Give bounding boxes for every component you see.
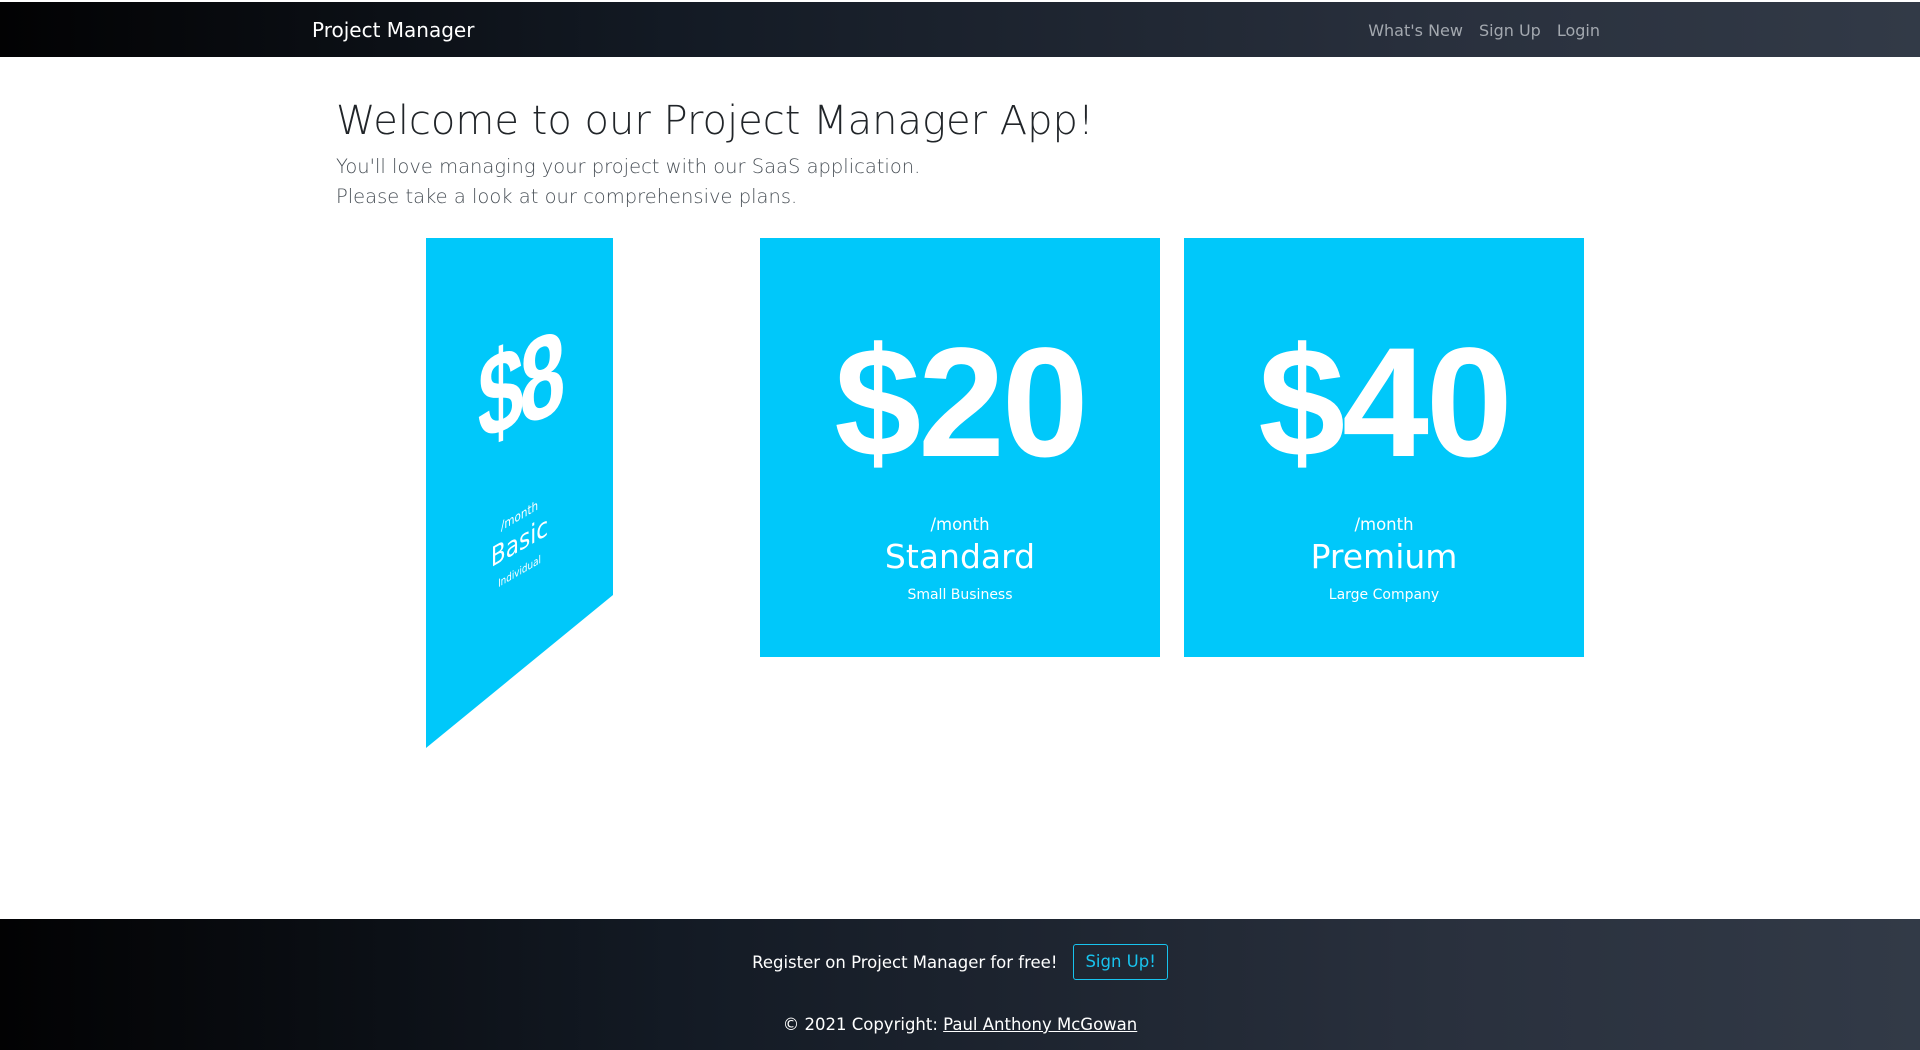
plan-name: Basic [490, 510, 549, 575]
welcome-section: Welcome to our Project Manager App! You'… [336, 96, 1586, 212]
footer-sign-up-button[interactable]: Sign Up! [1073, 944, 1168, 980]
register-text: Register on Project Manager for free! [752, 952, 1058, 972]
copyright-prefix: © 2021 Copyright: [782, 1015, 944, 1034]
top-navbar: Project Manager What's New Sign Up Login [0, 2, 1920, 57]
nav-login[interactable]: Login [1557, 21, 1600, 40]
plan-audience: Small Business [907, 587, 1013, 603]
plan-price: $8 [477, 305, 562, 467]
welcome-line-2: Please take a look at our comprehensive … [336, 185, 798, 208]
plan-name: Standard [884, 537, 1036, 576]
plan-audience: Large Company [1328, 587, 1440, 603]
nav-whats-new[interactable]: What's New [1368, 21, 1463, 40]
nav-links: What's New Sign Up Login [1368, 21, 1600, 40]
copyright: © 2021 Copyright: Paul Anthony McGowan [0, 1015, 1920, 1034]
plan-period: /month [1354, 515, 1414, 534]
plan-card-basic-background [426, 238, 613, 748]
page-title: Welcome to our Project Manager App! [336, 98, 1094, 144]
welcome-line-1: You'll love managing your project with o… [336, 155, 921, 178]
plan-period: /month [930, 515, 990, 534]
brand-link[interactable]: Project Manager [312, 18, 474, 42]
plan-audience: Individual [498, 552, 541, 591]
plan-period: /month [500, 498, 539, 535]
author-link[interactable]: Paul Anthony McGowan [943, 1015, 1137, 1034]
nav-sign-up[interactable]: Sign Up [1479, 21, 1541, 40]
plan-details: /month Basic Individual [445, 465, 595, 623]
plan-card-premium[interactable]: $40 /month Premium Large Company [1184, 238, 1584, 657]
register-row: Register on Project Manager for free! Si… [0, 944, 1920, 980]
plan-name: Premium [1310, 537, 1458, 576]
plan-card-basic[interactable]: $8 /month Basic Individual [426, 238, 613, 748]
footer: Register on Project Manager for free! Si… [0, 919, 1920, 1050]
plan-price: $40 [1258, 316, 1512, 490]
plan-price: $20 [834, 316, 1088, 490]
welcome-description: You'll love managing your project with o… [336, 152, 1586, 212]
plan-card-standard[interactable]: $20 /month Standard Small Business [760, 238, 1160, 657]
